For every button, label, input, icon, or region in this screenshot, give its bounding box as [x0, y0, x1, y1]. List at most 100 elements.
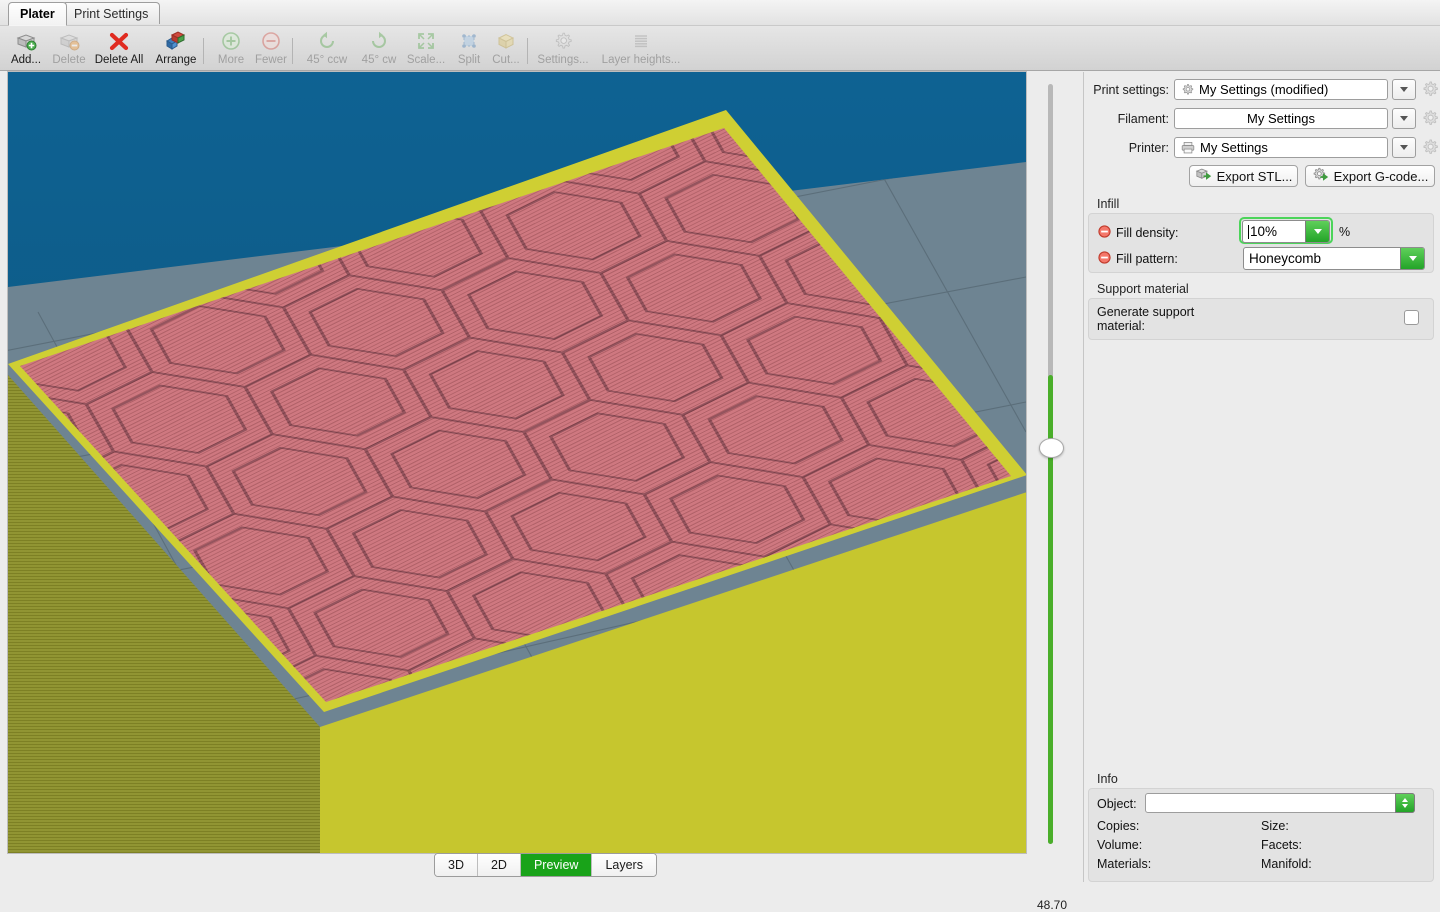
- rotate-ccw-icon: [315, 30, 339, 52]
- filament-dropdown-button[interactable]: [1392, 108, 1416, 129]
- view-tab-layers[interactable]: Layers: [592, 854, 656, 876]
- main-tab-bar: Plater Print Settings: [0, 0, 1440, 26]
- toolbar-arrange-label: Arrange: [155, 54, 197, 66]
- object-field[interactable]: [1145, 793, 1415, 813]
- printer-dropdown-button[interactable]: [1392, 137, 1416, 158]
- support-group-label: Support material: [1097, 282, 1189, 296]
- tab-print-settings[interactable]: Print Settings: [62, 2, 161, 24]
- infill-group-label: Infill: [1097, 197, 1120, 211]
- toolbar-separator-3: [527, 38, 528, 64]
- filament-label: Filament:: [1117, 112, 1169, 126]
- printer-icon: [1181, 141, 1195, 154]
- copies-label: Copies:: [1097, 819, 1140, 833]
- info-group-label: Info: [1097, 772, 1118, 786]
- print-settings-combo[interactable]: My Settings (modified): [1174, 79, 1388, 100]
- view-tab-3d[interactable]: 3D: [435, 854, 478, 876]
- view-tab-3d-label: 3D: [448, 858, 464, 872]
- toolbar-settings-button[interactable]: Settings...: [532, 29, 594, 69]
- toolbar-delete-label: Delete: [52, 54, 86, 66]
- gear-icon: [1423, 110, 1438, 125]
- chevron-down-icon: [1313, 229, 1322, 234]
- view-tab-2d[interactable]: 2D: [477, 854, 521, 876]
- fill-pattern-dropdown-button[interactable]: [1400, 248, 1424, 269]
- 3d-model: [8, 72, 1026, 853]
- toolbar-delete-all-button[interactable]: Delete All: [86, 29, 152, 69]
- rotate-cw-icon: [367, 30, 391, 52]
- size-label: Size:: [1261, 819, 1289, 833]
- delete-all-icon: [107, 30, 131, 52]
- toolbar-split-label: Split: [457, 54, 481, 66]
- view-tab-layers-label: Layers: [605, 858, 643, 872]
- print-settings-label: Print settings:: [1093, 83, 1169, 97]
- fill-pattern-combo[interactable]: Honeycomb: [1243, 247, 1425, 270]
- printer-combo[interactable]: My Settings: [1174, 137, 1388, 158]
- toolbar-add-label: Add...: [10, 54, 42, 66]
- toolbar-layer-heights-label: Layer heights...: [601, 54, 681, 66]
- toolbar-delete-all-label: Delete All: [94, 54, 144, 66]
- toolbar-rotate-cw-button[interactable]: 45° cw: [353, 29, 405, 69]
- view-tab-preview-label: Preview: [533, 858, 579, 872]
- split-icon: [457, 30, 481, 52]
- printer-gear-button[interactable]: [1421, 138, 1439, 156]
- fill-density-label: Fill density:: [1116, 226, 1179, 240]
- export-stl-label: Export STL...: [1216, 168, 1293, 184]
- add-object-icon: [14, 30, 38, 52]
- print-settings-dropdown-button[interactable]: [1392, 79, 1416, 100]
- 3d-viewport[interactable]: [8, 72, 1026, 853]
- export-stl-icon: [1195, 167, 1212, 185]
- delete-object-icon: [57, 30, 81, 52]
- filament-combo[interactable]: My Settings: [1174, 108, 1388, 129]
- layer-slider-handle[interactable]: [1039, 438, 1064, 458]
- scale-icon: [414, 30, 438, 52]
- toolbar-cut-button[interactable]: Cut...: [480, 29, 532, 69]
- cut-icon: [494, 30, 518, 52]
- toolbar-settings-label: Settings...: [537, 54, 589, 66]
- toolbar-cut-label: Cut...: [492, 54, 520, 66]
- right-sidebar: Print settings: My Settings (modified) F…: [1083, 72, 1440, 882]
- sidebar-divider: [1083, 72, 1084, 882]
- print-settings-gear-button[interactable]: [1421, 80, 1439, 98]
- object-spinner-button[interactable]: [1395, 793, 1415, 813]
- toolbar-rotate-ccw-label: 45° ccw: [306, 54, 348, 66]
- chevron-up-icon: [1402, 798, 1408, 802]
- filament-value: My Settings: [1247, 111, 1315, 126]
- view-tab-preview[interactable]: Preview: [520, 854, 593, 876]
- printer-value: My Settings: [1200, 140, 1268, 155]
- tab-print-settings-label: Print Settings: [74, 6, 149, 21]
- toolbar-more-label: More: [217, 54, 245, 66]
- manifold-label: Manifold:: [1261, 857, 1312, 871]
- text-caret: [1248, 224, 1249, 239]
- export-gcode-icon: [1312, 167, 1329, 185]
- gear-icon: [1423, 81, 1438, 96]
- print-settings-value: My Settings (modified): [1199, 82, 1329, 97]
- modified-marker-icon[interactable]: [1098, 251, 1111, 264]
- export-stl-button[interactable]: Export STL...: [1189, 165, 1298, 187]
- view-mode-tabs: 3D 2D Preview Layers: [434, 853, 657, 877]
- toolbar-rotate-ccw-button[interactable]: 45° ccw: [297, 29, 357, 69]
- export-gcode-button[interactable]: Export G-code...: [1305, 165, 1435, 187]
- toolbar-fewer-button[interactable]: Fewer: [245, 29, 297, 69]
- chevron-down-icon: [1408, 256, 1417, 261]
- chevron-down-icon: [1400, 145, 1408, 150]
- minus-circle-icon: [259, 30, 283, 52]
- fill-density-combo[interactable]: 10%: [1242, 220, 1330, 243]
- plus-circle-icon: [219, 30, 243, 52]
- volume-label: Volume:: [1097, 838, 1143, 852]
- layer-slider[interactable]: 48.70: [1029, 72, 1075, 912]
- toolbar-arrange-button[interactable]: Arrange: [150, 29, 202, 69]
- chevron-down-icon: [1400, 87, 1408, 92]
- toolbar-fewer-label: Fewer: [255, 54, 287, 66]
- tab-plater-label: Plater: [20, 7, 55, 21]
- generate-support-checkbox[interactable]: [1404, 310, 1419, 325]
- toolbar-separator-1: [203, 38, 204, 64]
- fill-density-dropdown-button[interactable]: [1305, 221, 1329, 242]
- arrange-icon: [164, 30, 188, 52]
- fill-pattern-label: Fill pattern:: [1116, 252, 1178, 266]
- fill-density-value: 10%: [1250, 224, 1278, 239]
- filament-gear-button[interactable]: [1421, 109, 1439, 127]
- view-tab-2d-label: 2D: [490, 858, 507, 872]
- tab-plater[interactable]: Plater: [8, 2, 67, 26]
- modified-marker-icon[interactable]: [1098, 225, 1111, 238]
- toolbar-layer-heights-button[interactable]: Layer heights...: [595, 29, 687, 69]
- generate-support-label-line1: Generate support: [1097, 305, 1195, 319]
